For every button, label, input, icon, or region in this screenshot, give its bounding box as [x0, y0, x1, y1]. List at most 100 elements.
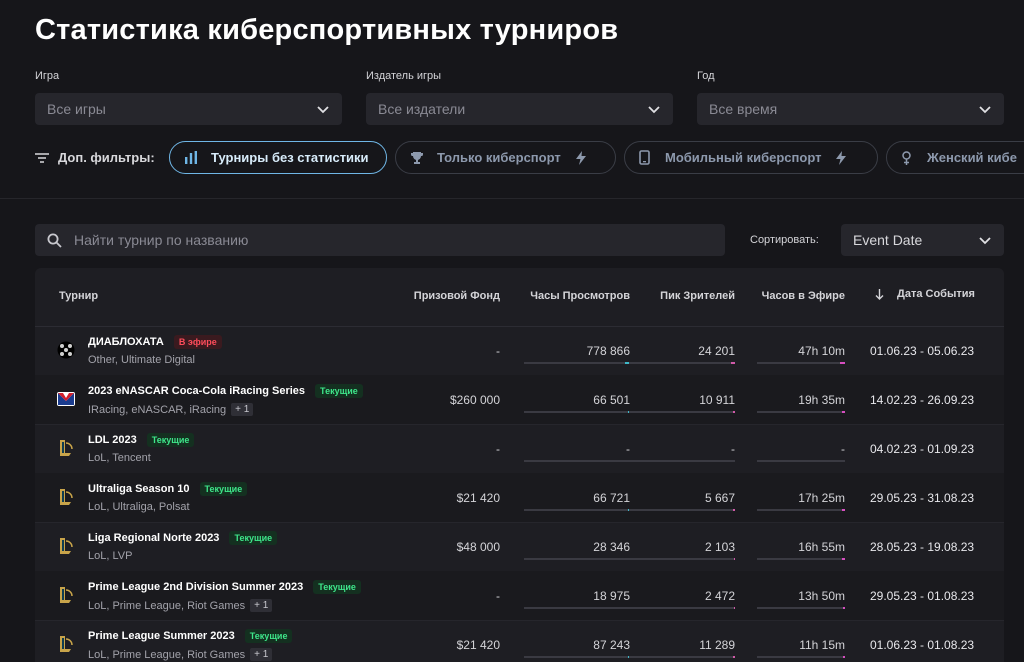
table-row[interactable]: Prime League 2nd Division Summer 2023 Тек…: [35, 571, 1004, 621]
hours-watched-bar: [524, 607, 630, 609]
tournament-meta: IRacing, eNASCAR, iRacing: [88, 403, 227, 416]
table-row[interactable]: ДИАБЛОХАТА В эфире Other, Ultimate Digital…: [35, 326, 1004, 376]
prize-value: $48 000: [456, 540, 500, 554]
bar-chart-icon: [185, 151, 197, 164]
col-hours-watched[interactable]: Часы Просмотров: [530, 290, 630, 302]
status-badge: В эфире: [173, 335, 222, 349]
tournament-meta: LoL, Ultraliga, Polsat: [88, 501, 190, 513]
peak-viewers-bar-fill: [734, 558, 735, 560]
peak-viewers-bar: [629, 558, 735, 560]
air-hours-value: 11h 15m: [799, 638, 845, 652]
peak-viewers-bar-fill: [733, 656, 735, 658]
search-input[interactable]: Найти турнир по названию: [35, 224, 725, 256]
chevron-down-icon: [979, 106, 991, 114]
hours-watched-value: 66 501: [593, 393, 630, 407]
status-badge: Текущие: [229, 531, 278, 545]
col-peak-viewers[interactable]: Пик Зрителей: [660, 290, 735, 302]
peak-viewers-bar-fill: [733, 509, 735, 511]
air-hours-bar: [757, 607, 845, 609]
peak-viewers-bar: [629, 656, 735, 658]
chip-women-esports[interactable]: Женский кибе: [886, 141, 1024, 174]
prize-value: -: [496, 344, 500, 358]
publisher-filter-label: Издатель игры: [366, 70, 442, 82]
tournament-name[interactable]: Prime League 2nd Division Summer 2023: [88, 581, 303, 593]
chip-no-stats[interactable]: Турниры без статистики: [169, 141, 387, 174]
tournament-name[interactable]: LDL 2023: [88, 434, 137, 446]
event-date-value: 01.06.23 - 05.06.23: [870, 344, 975, 358]
table-row[interactable]: Liga Regional Norte 2023 Текущие LoL, LVP $…: [35, 522, 1004, 572]
more-tags-badge[interactable]: + 1: [250, 648, 273, 661]
prize-value: $260 000: [449, 393, 500, 407]
peak-viewers-bar: [629, 460, 735, 462]
prize-value: $21 420: [456, 491, 500, 505]
air-hours-value: -: [841, 442, 845, 456]
tournament-meta: LoL, Tencent: [88, 452, 151, 464]
peak-viewers-bar: [629, 509, 735, 511]
chip-mobile-esports[interactable]: Мобильный киберспорт: [624, 141, 878, 174]
air-hours-bar-fill: [840, 362, 845, 364]
extra-filters-text: Доп. фильтры:: [58, 150, 155, 165]
tournament-meta-line: LoL, Prime League, Riot Games + 1: [88, 648, 273, 661]
trophy-icon: [410, 151, 424, 164]
air-hours-bar: [757, 460, 845, 462]
tournament-meta: Other, Ultimate Digital: [88, 354, 195, 366]
iracing-logo-icon: [57, 390, 75, 408]
sort-select[interactable]: Event Date: [841, 224, 1004, 256]
tournament-name-line: Prime League 2nd Division Summer 2023 Тек…: [88, 580, 361, 594]
tournament-name[interactable]: ДИАБЛОХАТА: [88, 336, 164, 348]
female-icon: [902, 150, 911, 165]
year-select[interactable]: Все время: [697, 93, 1004, 125]
hours-watched-bar: [524, 656, 630, 658]
col-prize[interactable]: Призовой Фонд: [414, 290, 500, 302]
hours-watched-value: 778 866: [586, 344, 630, 358]
publisher-select[interactable]: Все издатели: [366, 93, 673, 125]
table-row[interactable]: Ultraliga Season 10 Текущие LoL, Ultraliga…: [35, 473, 1004, 523]
tournament-name[interactable]: Ultraliga Season 10: [88, 483, 190, 495]
search-placeholder: Найти турнир по названию: [74, 232, 249, 248]
table-row[interactable]: 2023 eNASCAR Coca-Cola iRacing Series Тек…: [35, 375, 1004, 425]
status-badge: Текущие: [313, 580, 361, 594]
peak-viewers-bar: [629, 607, 735, 609]
chip-no-stats-label: Турниры без статистики: [211, 150, 369, 165]
air-hours-bar: [757, 509, 845, 511]
table-row[interactable]: LDL 2023 Текущие LoL, Tencent - - - - 04.02.23 …: [35, 424, 1004, 474]
more-tags-badge[interactable]: + 1: [250, 599, 273, 612]
col-air-hours[interactable]: Часов в Эфире: [762, 290, 845, 302]
lol-logo-icon: [57, 635, 75, 653]
peak-viewers-value: 10 911: [699, 393, 735, 407]
hours-watched-bar: [524, 411, 630, 413]
hours-watched-value: 28 346: [593, 540, 630, 554]
tournament-meta-line: LoL, LVP: [88, 550, 132, 562]
tournament-table: Турнир Призовой Фонд Часы Просмотров Пик…: [35, 268, 1004, 662]
air-hours-value: 47h 10m: [798, 344, 845, 358]
tournament-name[interactable]: Prime League Summer 2023: [88, 630, 235, 642]
year-filter-label: Год: [697, 70, 715, 82]
event-date-value: 29.05.23 - 01.08.23: [870, 589, 975, 603]
tournament-name-line: LDL 2023 Текущие: [88, 433, 195, 447]
peak-viewers-value: -: [731, 442, 735, 456]
air-hours-bar-fill: [843, 656, 845, 658]
col-tournament[interactable]: Турнир: [59, 290, 98, 302]
game-select-value: Все игры: [47, 101, 106, 117]
tournament-meta-line: Other, Ultimate Digital: [88, 354, 195, 366]
sort-label: Сортировать:: [750, 234, 819, 246]
tournament-name[interactable]: Liga Regional Norte 2023: [88, 532, 219, 544]
section-divider: [0, 198, 1024, 199]
tournament-name[interactable]: 2023 eNASCAR Coca-Cola iRacing Series: [88, 385, 305, 397]
peak-viewers-bar-fill: [734, 607, 735, 609]
air-hours-bar: [757, 558, 845, 560]
col-event-date[interactable]: Дата События: [875, 288, 975, 300]
game-filter-label: Игра: [35, 70, 60, 82]
table-row[interactable]: Prime League Summer 2023 Текущие LoL, Prim…: [35, 620, 1004, 662]
tournament-meta-line: LoL, Ultraliga, Polsat: [88, 501, 190, 513]
tournament-name-line: Prime League Summer 2023 Текущие: [88, 629, 293, 643]
peak-viewers-bar-fill: [733, 411, 735, 413]
prize-value: $21 420: [456, 638, 500, 652]
game-select[interactable]: Все игры: [35, 93, 342, 125]
chip-esports-only[interactable]: Только киберспорт: [395, 141, 616, 174]
hours-watched-bar: [524, 362, 630, 364]
chevron-down-icon: [979, 237, 991, 245]
more-tags-badge[interactable]: + 1: [231, 403, 254, 416]
lol-logo-icon: [57, 586, 75, 604]
peak-viewers-value: 24 201: [698, 344, 735, 358]
